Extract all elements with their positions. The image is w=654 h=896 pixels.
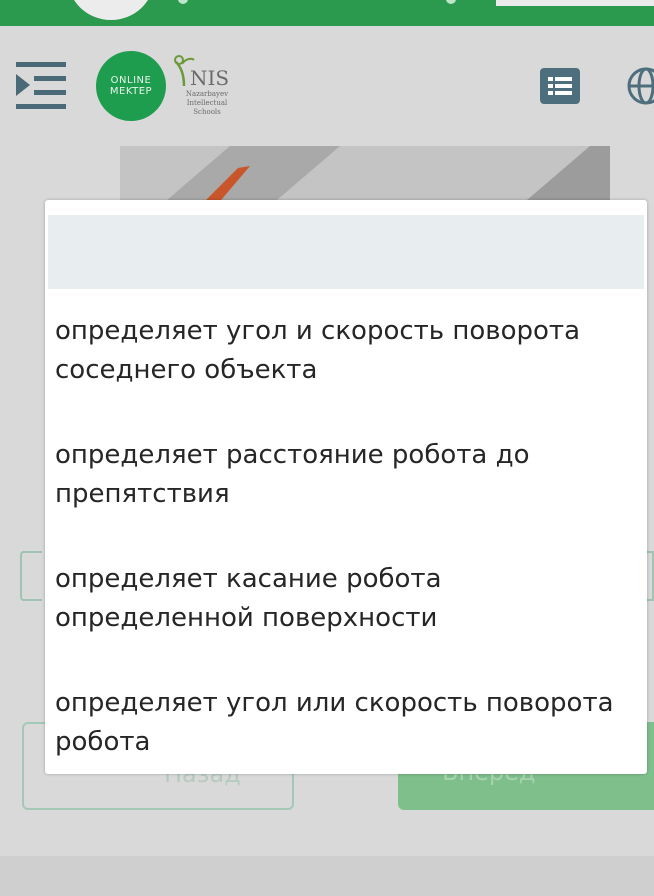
top-bar-marker — [446, 0, 456, 4]
logo-subtitle: Nazarbayev Intellectual Schools — [170, 90, 244, 117]
option-text-line: определяет касание робота — [55, 564, 442, 594]
dropdown-option[interactable]: определяет угол и скорость поворота сосе… — [55, 312, 635, 390]
list-icon[interactable] — [540, 68, 580, 104]
top-bar-marker — [178, 0, 188, 4]
option-text-line: соседнего объекта — [55, 355, 318, 385]
logo-text: ONLINE — [110, 75, 152, 86]
question-image — [120, 146, 610, 206]
answer-dropdown-list: определяет угол и скорость поворота сосе… — [45, 200, 647, 774]
logo-subtitle-line: Nazarbayev — [185, 90, 229, 98]
logo-text: MEKTEP — [109, 86, 153, 97]
top-bar — [0, 0, 654, 26]
nis-logo: NIS Nazarbayev Intellectual Schools — [170, 54, 240, 124]
footer — [0, 856, 654, 896]
dropdown-option[interactable]: определяет расстояние робота до препятст… — [55, 436, 635, 514]
online-mektep-logo[interactable]: ONLINE MEKTEP — [96, 51, 166, 121]
option-text-line: определяет расстояние робота до — [55, 440, 530, 470]
logo-title: NIS — [190, 66, 230, 90]
option-text-line: препятствия — [55, 479, 230, 509]
option-text-line: робота — [55, 727, 151, 757]
dropdown-selected-empty[interactable] — [48, 215, 644, 289]
question-image-graphic — [120, 146, 610, 206]
answer-field[interactable] — [20, 551, 42, 601]
globe-icon[interactable] — [626, 66, 654, 106]
list-icon-glyph — [548, 77, 572, 95]
avatar[interactable] — [68, 0, 154, 20]
option-text-line: определяет угол и скорость поворота — [55, 316, 581, 346]
top-bar-field[interactable] — [496, 0, 654, 6]
dropdown-option[interactable]: определяет угол или скорость поворота ро… — [55, 684, 635, 762]
menu-indent-icon[interactable] — [16, 62, 68, 110]
dropdown-option[interactable]: определяет касание робота определенной п… — [55, 560, 635, 638]
option-text-line: определяет угол или скорость поворота — [55, 688, 614, 718]
logo-subtitle-line: Intellectual — [186, 99, 228, 107]
option-text-line: определенной поверхности — [55, 603, 438, 633]
logo-subtitle-line: Schools — [193, 108, 221, 116]
